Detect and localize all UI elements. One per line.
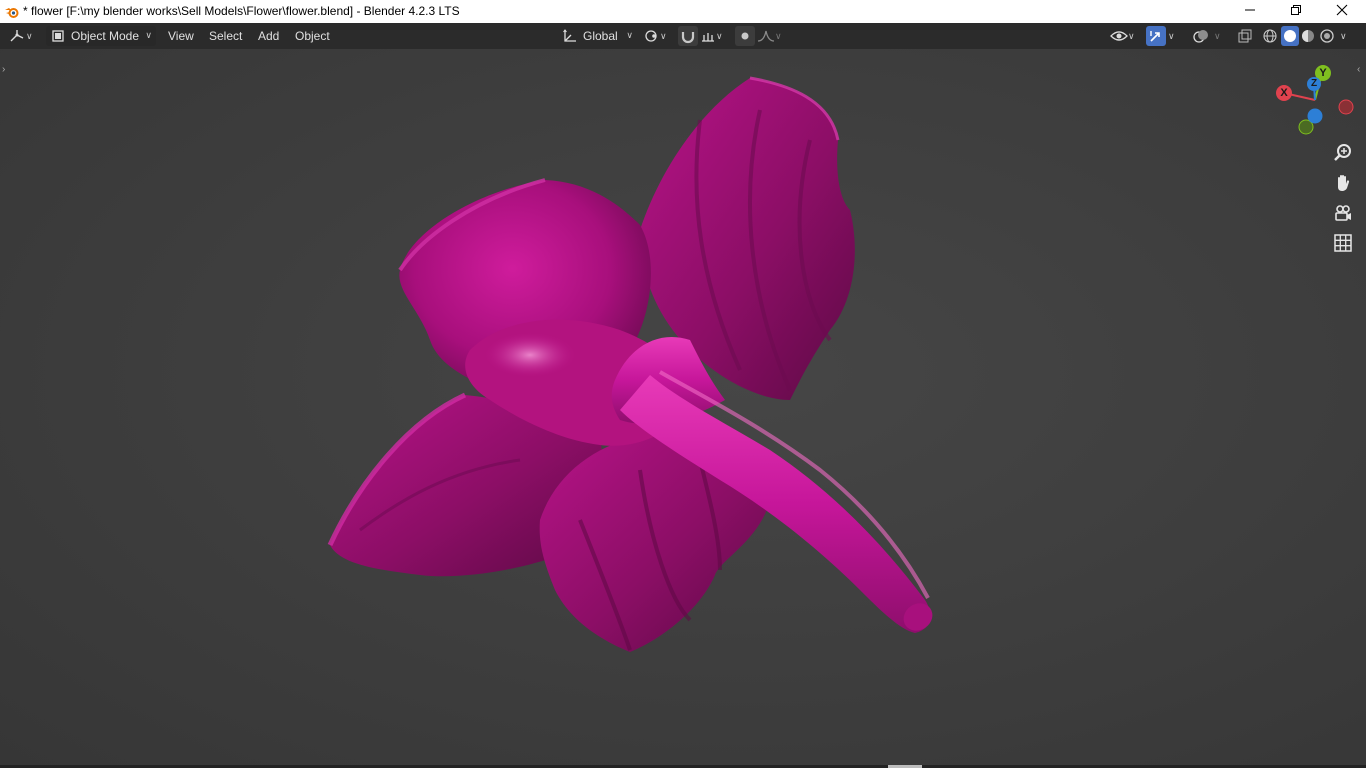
grid-icon — [1334, 233, 1352, 257]
pivot-icon — [644, 28, 660, 44]
overlays-icon — [1192, 28, 1210, 44]
xray-icon — [1237, 28, 1253, 44]
chevron-down-icon: ∨ — [716, 30, 723, 41]
viewport-header: ∨ Object Mode ∨ View Select Add Object G… — [0, 23, 1366, 49]
zoom-button[interactable] — [1332, 143, 1354, 168]
hand-icon — [1333, 173, 1353, 198]
orientation-global-icon — [562, 28, 578, 44]
gizmo-icon — [1148, 28, 1164, 44]
chevron-down-icon: ∨ — [626, 30, 633, 40]
snap-target-dropdown[interactable]: ∨ — [700, 26, 728, 46]
camera-icon — [1333, 203, 1353, 228]
close-icon — [1336, 4, 1348, 19]
shading-material-button[interactable] — [1300, 26, 1318, 46]
snap-increment-icon — [700, 28, 716, 44]
proportional-falloff-dropdown[interactable]: ∨ — [757, 26, 787, 46]
proportional-editing-toggle[interactable] — [735, 26, 755, 46]
editor-type-button[interactable]: ∨ — [8, 26, 40, 46]
falloff-curve-icon — [757, 28, 775, 44]
3d-viewport[interactable]: › ‹ Y X Z — [0, 49, 1366, 768]
gizmo-x-axis[interactable]: X — [1276, 85, 1292, 101]
chevron-down-icon: ∨ — [26, 30, 33, 41]
minimize-icon — [1244, 4, 1256, 19]
chevron-down-icon: ∨ — [1340, 30, 1347, 41]
menu-add[interactable]: Add — [258, 29, 279, 43]
pivot-point-dropdown[interactable]: ∨ — [644, 26, 672, 46]
window-title: * flower [F:\my blender works\Sell Model… — [23, 4, 460, 18]
visibility-dropdown[interactable]: ∨ — [1110, 26, 1140, 46]
solid-sphere-icon — [1282, 28, 1298, 44]
xray-toggle[interactable] — [1237, 26, 1255, 46]
chevron-down-icon: ∨ — [660, 30, 667, 41]
shading-solid-button[interactable] — [1281, 26, 1299, 46]
blender-logo-icon — [4, 4, 20, 20]
close-window-button[interactable] — [1319, 0, 1365, 23]
object-mode-icon — [51, 29, 65, 43]
orientation-label: Global — [583, 29, 618, 43]
minimize-button[interactable] — [1227, 0, 1273, 23]
chevron-down-icon: ∨ — [775, 30, 782, 41]
menu-object[interactable]: Object — [295, 29, 330, 43]
chevron-down-icon: ∨ — [1128, 30, 1135, 41]
material-sphere-icon — [1300, 28, 1316, 44]
restore-icon — [1290, 4, 1302, 19]
overlays-toggle[interactable] — [1192, 26, 1212, 46]
menu-select[interactable]: Select — [209, 29, 242, 43]
object-mode-label: Object Mode — [71, 29, 140, 43]
menu-view[interactable]: View — [168, 29, 194, 43]
shading-dropdown[interactable]: ∨ — [1340, 26, 1354, 46]
flower-model[interactable] — [0, 49, 1366, 768]
transform-orientation-dropdown[interactable]: Global ∨ — [559, 26, 635, 46]
gizmo-z-axis[interactable]: Z — [1307, 77, 1321, 91]
rendered-sphere-icon — [1319, 28, 1335, 44]
eye-icon — [1110, 28, 1128, 44]
zoom-icon — [1333, 143, 1353, 168]
chevron-down-icon: ∨ — [1168, 30, 1175, 41]
pan-button[interactable] — [1332, 174, 1354, 196]
toggle-perspective-button[interactable] — [1332, 233, 1354, 257]
wireframe-sphere-icon — [1262, 28, 1278, 44]
shading-wireframe-button[interactable] — [1262, 26, 1280, 46]
proportional-editing-icon — [738, 29, 752, 43]
camera-view-button[interactable] — [1332, 204, 1354, 226]
restore-button[interactable] — [1273, 0, 1319, 23]
object-mode-dropdown[interactable]: Object Mode ∨ — [46, 26, 156, 46]
gizmo-toggle[interactable] — [1146, 26, 1166, 46]
shading-rendered-button[interactable] — [1319, 26, 1337, 46]
gizmo-dropdown[interactable]: ∨ — [1168, 26, 1182, 46]
navigation-gizmo[interactable]: Y X Z — [1270, 63, 1360, 143]
snap-toggle[interactable] — [678, 26, 698, 46]
chevron-down-icon: ∨ — [145, 30, 152, 40]
chevron-down-icon: ∨ — [1214, 30, 1221, 41]
3d-viewport-icon — [8, 28, 26, 44]
overlays-dropdown[interactable]: ∨ — [1214, 26, 1228, 46]
magnet-icon — [680, 28, 696, 44]
window-titlebar: * flower [F:\my blender works\Sell Model… — [0, 0, 1366, 23]
